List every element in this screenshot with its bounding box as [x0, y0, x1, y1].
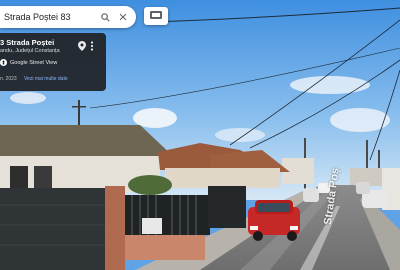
street-view-provider: Google Street View	[0, 59, 57, 66]
street-view-icon	[0, 59, 7, 66]
search-icon[interactable]	[96, 8, 114, 26]
street-view-info-card: 3 Strada Poștei andu, Județul Constanța …	[0, 33, 106, 91]
more-vert-icon[interactable]	[90, 38, 94, 56]
address-subtitle: andu, Județul Constanța	[0, 48, 60, 54]
address-title: 3 Strada Poștei	[0, 38, 55, 47]
provider-label: Google Street View	[10, 59, 58, 66]
more-dates-link[interactable]: Vezi mai multe date	[24, 76, 68, 82]
location-pin-icon[interactable]	[78, 38, 86, 56]
capture-date: n. 2023	[0, 76, 17, 82]
layers-icon	[149, 7, 163, 25]
search-box[interactable]: Strada Poștei 83	[0, 6, 136, 28]
street-view-scene[interactable]: Strada Poștei 83 3 Strada Poștei andu, J…	[0, 0, 400, 270]
layers-button[interactable]	[144, 7, 168, 25]
close-icon[interactable]	[114, 8, 132, 26]
search-input[interactable]: Strada Poștei 83	[4, 12, 96, 22]
